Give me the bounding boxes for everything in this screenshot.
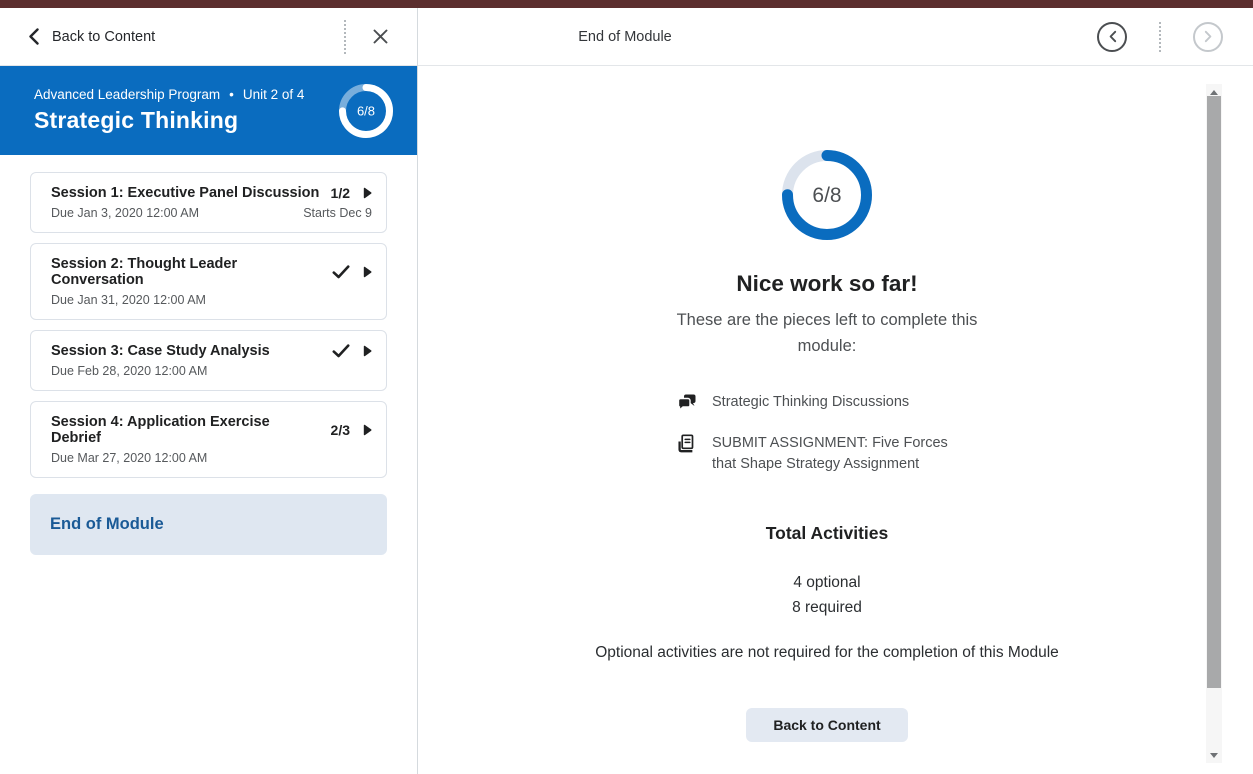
previous-topic-button[interactable] — [1097, 22, 1127, 52]
pager-controls — [1097, 22, 1223, 52]
list-item: SUBMIT ASSIGNMENT: Five Forces that Shap… — [677, 433, 976, 475]
remaining-activities-list: Strategic Thinking Discussions SUBMIT AS… — [677, 392, 977, 475]
back-to-content-label: Back to Content — [52, 29, 155, 45]
total-activities-heading: Total Activities — [418, 523, 1236, 544]
remaining-activity-label: Strategic Thinking Discussions — [712, 392, 909, 413]
triangle-down-icon — [1210, 753, 1218, 758]
content-sidebar: Back to Content Advanced Leadership Prog… — [0, 8, 418, 774]
expand-caret-icon[interactable] — [363, 424, 372, 436]
optional-activities-note: Optional activities are not required for… — [418, 644, 1236, 662]
completion-progress-label: 6/8 — [812, 184, 841, 207]
encouragement-heading: Nice work so far! — [418, 271, 1236, 297]
main-header: End of Module — [418, 8, 1253, 66]
session-due-date: Due Mar 27, 2020 12:00 AM — [51, 451, 372, 465]
module-progress-label: 6/8 — [357, 103, 375, 118]
discussions-icon — [677, 392, 697, 412]
optional-count: 4 optional — [418, 570, 1236, 595]
main-panel: End of Module — [418, 8, 1253, 774]
assignment-icon — [677, 433, 697, 454]
back-to-content-button-main[interactable]: Back to Content — [746, 708, 907, 742]
session-title: Session 3: Case Study Analysis — [51, 343, 332, 359]
bullet-separator: • — [229, 87, 234, 102]
top-accent-bar — [0, 0, 1253, 8]
session-due-date: Due Jan 31, 2020 12:00 AM — [51, 293, 372, 307]
module-banner-text: Advanced Leadership Program • Unit 2 of … — [34, 87, 339, 134]
module-breadcrumb: Advanced Leadership Program • Unit 2 of … — [34, 87, 339, 102]
session-start-note: Starts Dec 9 — [303, 206, 372, 220]
close-icon — [372, 28, 389, 45]
module-progress-ring: 6/8 — [339, 84, 393, 138]
dotted-divider — [1159, 22, 1161, 52]
required-count: 8 required — [418, 595, 1236, 620]
scrollbar-thumb[interactable] — [1207, 96, 1221, 688]
scroll-down-arrow[interactable] — [1206, 749, 1222, 761]
session-title: Session 2: Thought Leader Conversation — [51, 256, 332, 288]
app-window: Back to Content Advanced Leadership Prog… — [0, 8, 1253, 774]
module-banner: Advanced Leadership Program • Unit 2 of … — [0, 66, 417, 155]
session-due-date: Due Feb 28, 2020 12:00 AM — [51, 364, 372, 378]
completed-check-icon — [332, 344, 350, 358]
program-name: Advanced Leadership Program — [34, 87, 220, 102]
vertical-scrollbar[interactable] — [1206, 84, 1222, 763]
triangle-up-icon — [1210, 90, 1218, 95]
session-card-4[interactable]: Session 4: Application Exercise Debrief … — [30, 401, 387, 478]
session-progress-count: 1/2 — [331, 185, 350, 201]
end-of-module-summary: 6/8 Nice work so far! These are the piec… — [418, 150, 1236, 742]
session-progress-count: 2/3 — [331, 422, 350, 438]
session-list: Session 1: Executive Panel Discussion 1/… — [0, 155, 417, 478]
chevron-left-icon — [28, 28, 39, 45]
completion-progress-ring: 6/8 — [418, 150, 1236, 240]
remaining-intro-text: These are the pieces left to complete th… — [661, 307, 993, 359]
expand-caret-icon[interactable] — [363, 266, 372, 278]
expand-caret-icon[interactable] — [363, 187, 372, 199]
page-title: End of Module — [578, 29, 672, 45]
activity-counts: 4 optional 8 required — [418, 570, 1236, 620]
completed-check-icon — [332, 265, 350, 279]
back-to-content-button[interactable]: Back to Content — [28, 28, 155, 45]
unit-position: Unit 2 of 4 — [243, 87, 305, 102]
session-card-3[interactable]: Session 3: Case Study Analysis Due Feb 2… — [30, 330, 387, 391]
chevron-right-icon — [1204, 30, 1213, 43]
session-card-2[interactable]: Session 2: Thought Leader Conversation D… — [30, 243, 387, 320]
chevron-left-icon — [1108, 30, 1117, 43]
end-of-module-label: End of Module — [50, 515, 164, 533]
module-title: Strategic Thinking — [34, 107, 339, 134]
remaining-activity-label: SUBMIT ASSIGNMENT: Five Forces that Shap… — [712, 433, 976, 475]
close-sidebar-button[interactable] — [370, 26, 391, 47]
session-title: Session 4: Application Exercise Debrief — [51, 414, 331, 446]
next-topic-button[interactable] — [1193, 22, 1223, 52]
expand-caret-icon[interactable] — [363, 345, 372, 357]
sidebar-header: Back to Content — [0, 8, 417, 66]
session-due-date: Due Jan 3, 2020 12:00 AM — [51, 206, 303, 220]
list-item: Strategic Thinking Discussions — [677, 392, 909, 413]
main-content-area: 6/8 Nice work so far! These are the piec… — [418, 66, 1253, 774]
sidebar-item-end-of-module[interactable]: End of Module — [30, 494, 387, 555]
dotted-divider — [344, 20, 346, 54]
session-title: Session 1: Executive Panel Discussion — [51, 185, 331, 201]
session-card-1[interactable]: Session 1: Executive Panel Discussion 1/… — [30, 172, 387, 233]
